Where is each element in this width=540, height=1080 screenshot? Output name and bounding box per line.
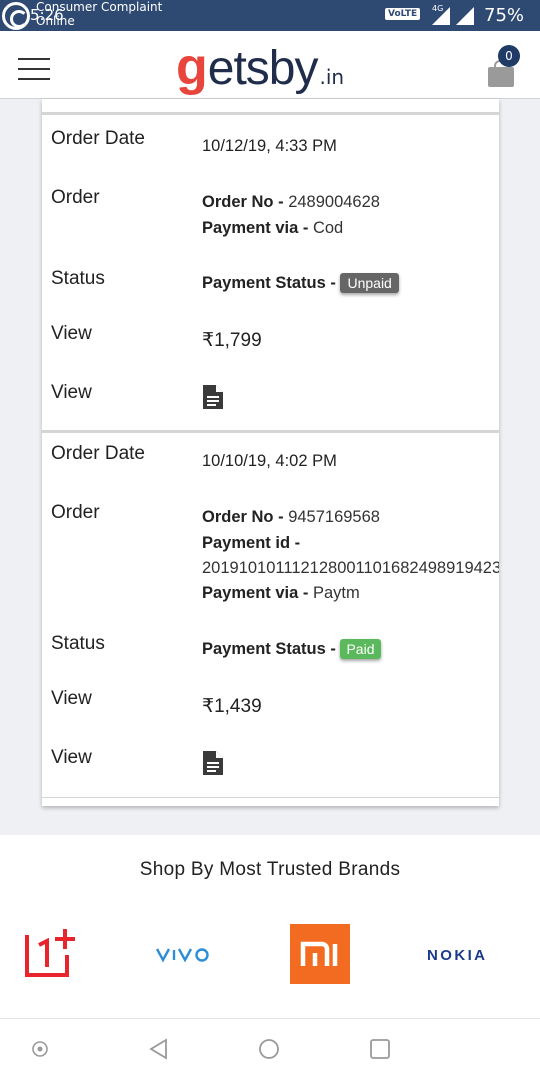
order-card: Order Date 10/12/19, 4:33 PM Order Order…	[42, 118, 499, 433]
mi-logo[interactable]	[290, 924, 350, 984]
order-no-label: Order No -	[202, 508, 289, 526]
cart-count-badge: 0	[498, 45, 520, 67]
oneplus-logo[interactable]	[25, 927, 77, 979]
app-header: getsby .in 0	[0, 31, 540, 99]
battery-text: 75%	[484, 5, 525, 26]
order-no-value: 9457169568	[288, 508, 380, 526]
logo-tld: .in	[319, 65, 345, 89]
back-icon[interactable]	[148, 1038, 170, 1060]
order-card: Order Date 10/10/19, 4:02 PM Order Order…	[42, 433, 499, 798]
notification-label: Consumer Complaint Online	[36, 0, 163, 28]
payment-via: Payment via - Cod	[202, 219, 343, 238]
payment-via-value: Cod	[312, 219, 344, 237]
payment-via-label: Payment via -	[202, 584, 313, 602]
payment-id-value-row: 201910101112128001101682498919423	[202, 559, 499, 578]
status-bar: 5:26 Consumer Complaint Online VoLTE 4G …	[0, 0, 540, 31]
view-label-2: View	[51, 747, 92, 768]
view-label: View	[51, 323, 92, 344]
payment-id: Payment id -	[202, 534, 300, 553]
order-date-value: 10/10/19, 4:02 PM	[202, 452, 337, 470]
previous-card-edge	[42, 99, 499, 115]
payment-via: Payment via - Paytm	[202, 584, 360, 603]
payment-status-label: Payment Status -	[202, 274, 341, 292]
vivo-logo[interactable]	[155, 945, 213, 963]
order-no: Order No - 9457169568	[202, 508, 380, 527]
payment-via-value: Paytm	[312, 584, 360, 602]
payment-via-label: Payment via -	[202, 219, 313, 237]
home-icon[interactable]	[258, 1038, 280, 1060]
payment-id-value: 201910101112128001101682498919423	[202, 559, 499, 577]
order-amount: ₹1,439	[202, 696, 262, 717]
android-nav-bar	[0, 1018, 540, 1080]
volte-badge: VoLTE	[385, 8, 421, 20]
order-no-value: 2489004628	[288, 193, 380, 211]
orders-list: Order Date 10/12/19, 4:33 PM Order Order…	[42, 99, 499, 806]
cart-icon[interactable]: 0	[486, 45, 520, 87]
document-icon[interactable]	[202, 384, 224, 410]
bag-icon	[488, 60, 514, 87]
order-label: Order	[51, 502, 100, 523]
order-date-value: 10/12/19, 4:33 PM	[202, 137, 337, 155]
signal-icon	[432, 7, 450, 25]
status-label: Status	[51, 268, 105, 289]
view-label-2: View	[51, 382, 92, 403]
status-badge-unpaid: Unpaid	[340, 273, 399, 293]
order-amount: ₹1,799	[202, 330, 262, 351]
app-notification-icon	[2, 2, 30, 30]
order-date-label: Order Date	[51, 443, 145, 464]
accessibility-dot-icon[interactable]	[31, 1040, 49, 1058]
recents-icon[interactable]	[369, 1038, 391, 1060]
document-icon[interactable]	[202, 750, 224, 776]
payment-status: Payment Status - Unpaid	[202, 273, 399, 293]
signal-icon-2	[456, 7, 474, 25]
brands-title: Shop By Most Trusted Brands	[139, 859, 401, 880]
payment-status: Payment Status - Paid	[202, 639, 381, 659]
payment-id-label: Payment id -	[202, 534, 301, 552]
getsby-logo[interactable]: getsby .in	[176, 37, 345, 96]
notification-text: Consumer Complaint Online	[36, 0, 166, 28]
order-no-label: Order No -	[202, 193, 289, 211]
view-label: View	[51, 688, 92, 709]
logo-text: etsby	[207, 42, 319, 95]
brands-section: Shop By Most Trusted Brands NOKIA	[0, 835, 540, 1018]
menu-icon[interactable]	[18, 58, 50, 80]
svg-text:NOKIA: NOKIA	[427, 947, 485, 963]
logo-g: g	[176, 38, 208, 96]
nokia-logo[interactable]: NOKIA	[427, 947, 487, 963]
payment-status-label: Payment Status -	[202, 640, 341, 658]
status-label: Status	[51, 633, 105, 654]
order-no: Order No - 2489004628	[202, 193, 380, 212]
order-label: Order	[51, 187, 100, 208]
order-date-label: Order Date	[51, 128, 145, 149]
status-badge-paid: Paid	[340, 639, 381, 659]
